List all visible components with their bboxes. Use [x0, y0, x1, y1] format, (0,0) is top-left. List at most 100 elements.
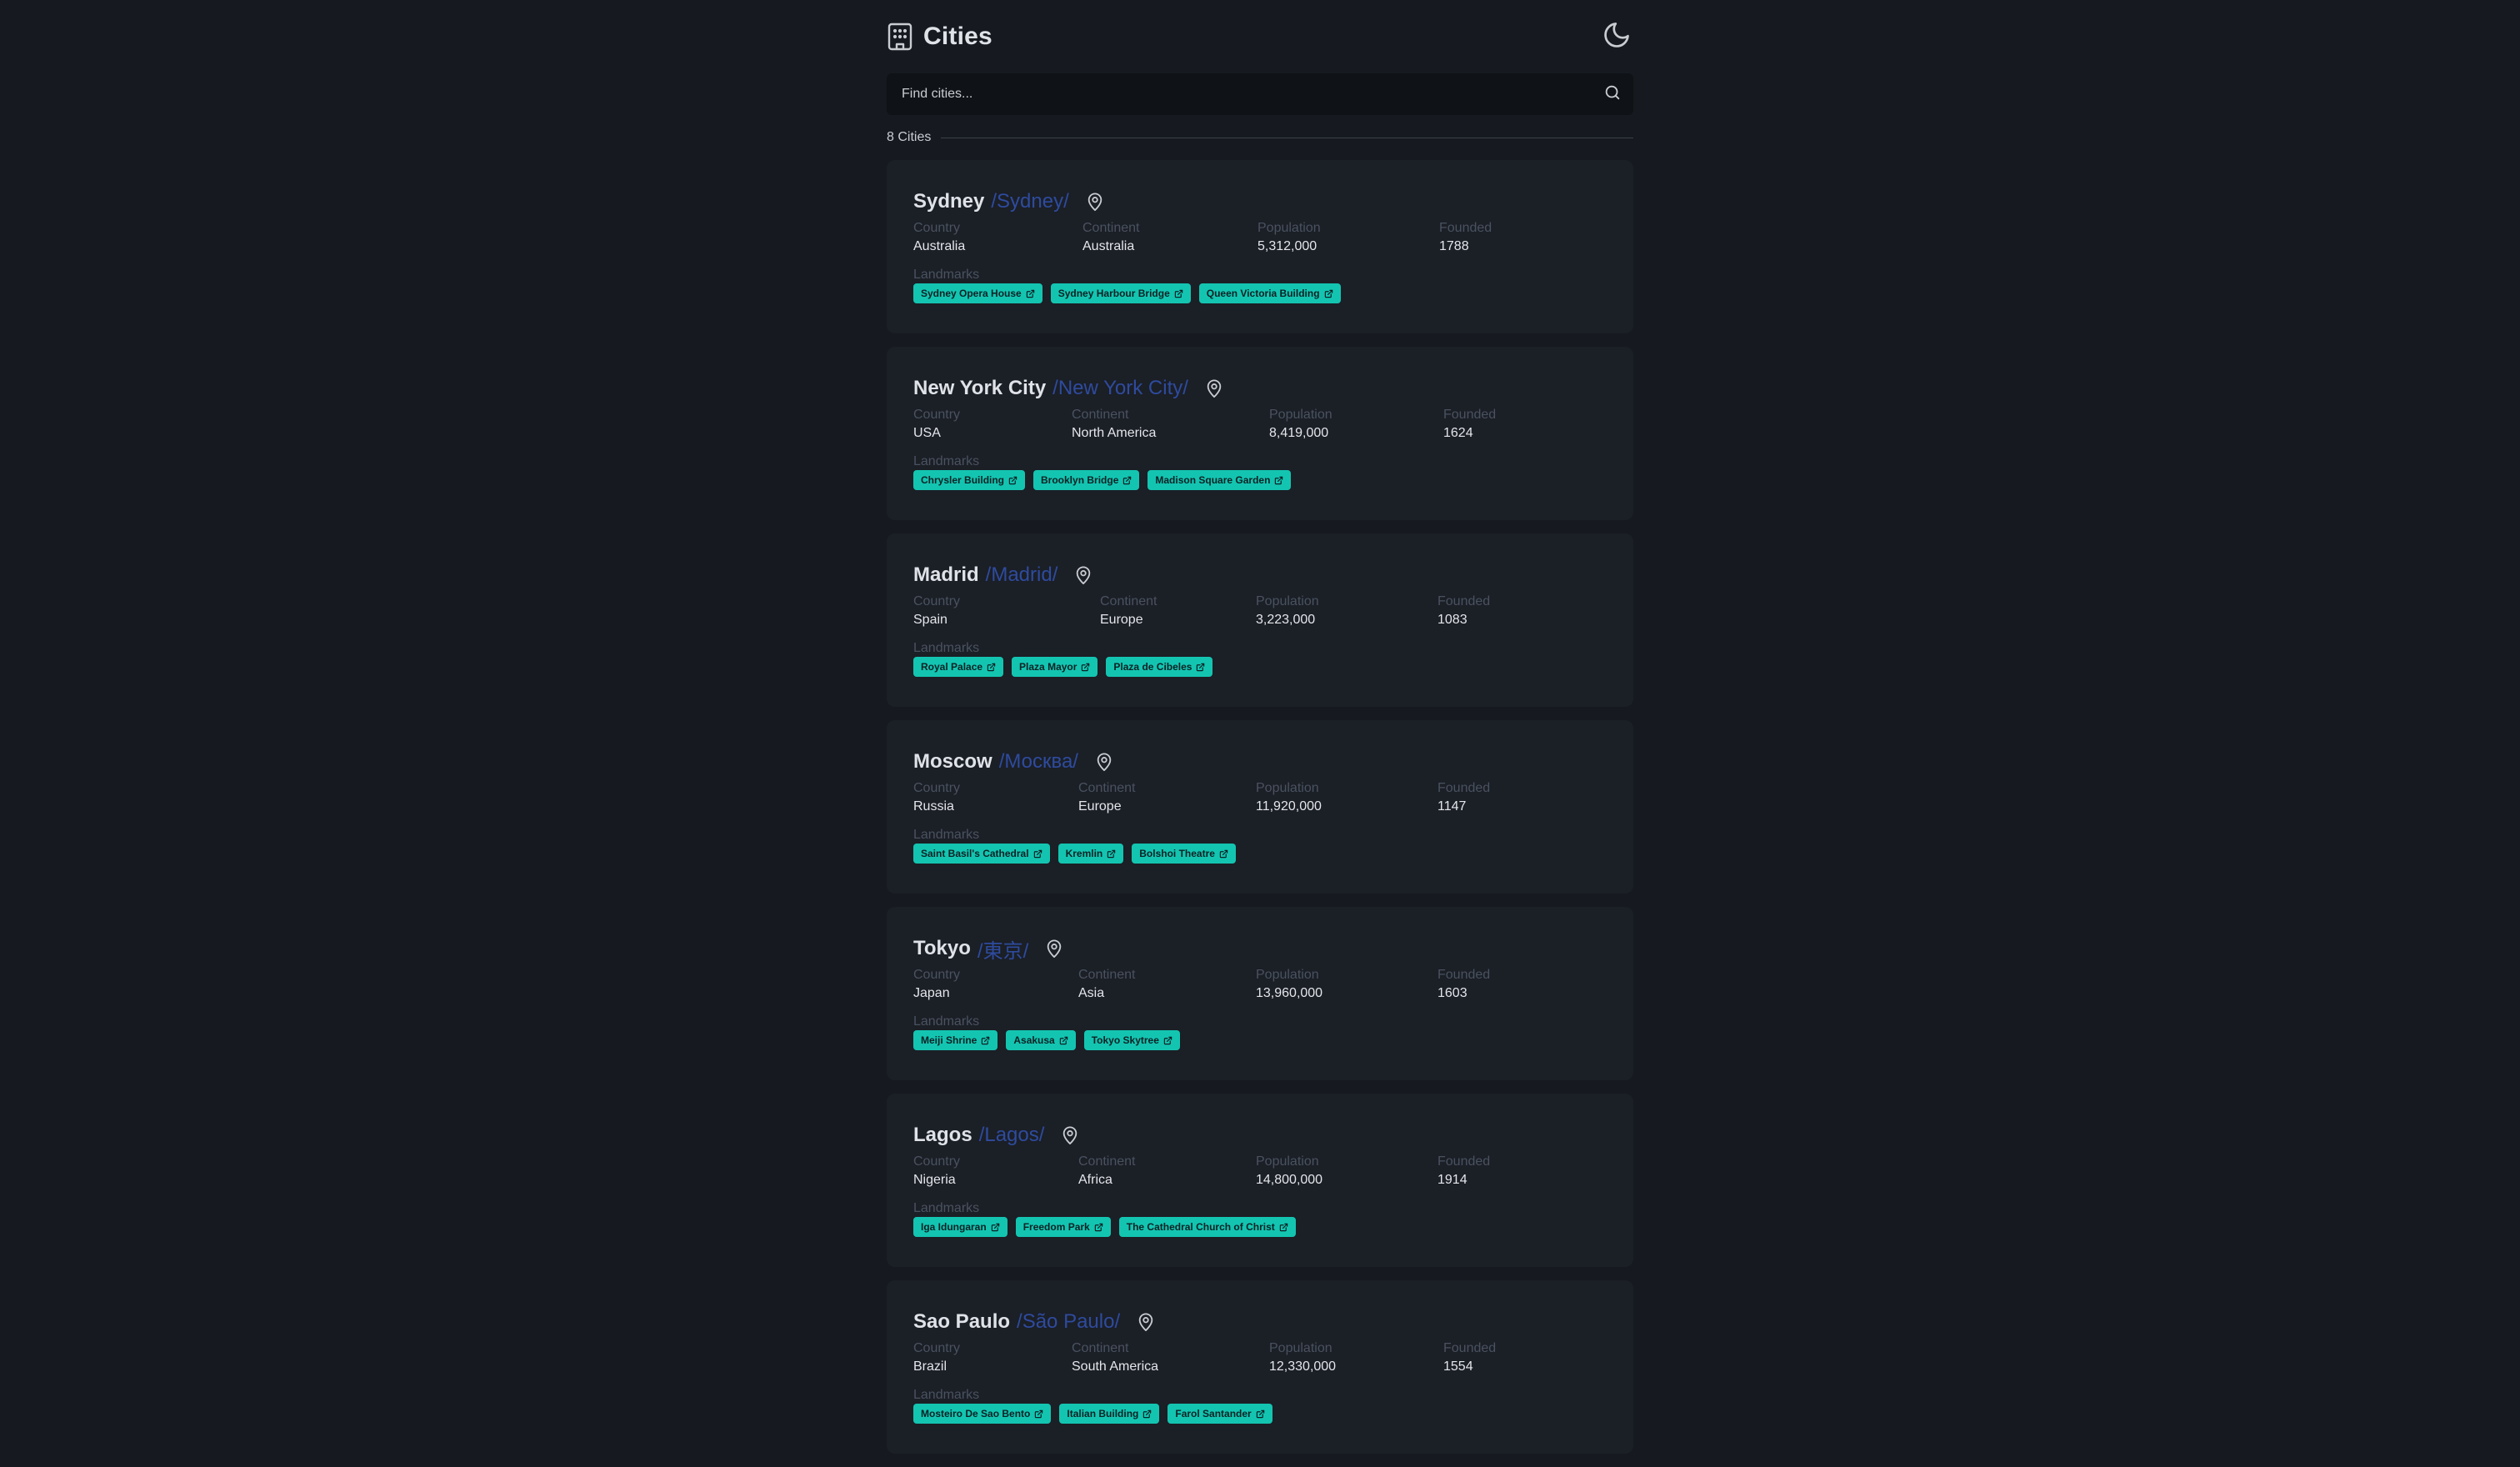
- landmarks-label: Landmarks: [913, 268, 980, 282]
- search-input[interactable]: [900, 86, 1537, 103]
- landmark-link[interactable]: Queen Victoria Building: [1198, 283, 1341, 303]
- landmark-link[interactable]: Farol Santander: [1168, 1404, 1272, 1424]
- landmark-link[interactable]: Iga Idungaran: [913, 1217, 1008, 1237]
- landmark-link[interactable]: Saint Basil's Cathedral: [913, 844, 1050, 864]
- landmark-label: Farol Santander: [1175, 1408, 1252, 1419]
- city-title-row: New York City /New York City/: [913, 373, 1607, 403]
- field-country: Country USA: [913, 407, 960, 443]
- landmark-link[interactable]: Bolshoi Theatre: [1132, 844, 1236, 864]
- landmark-link[interactable]: Plaza Mayor: [1012, 657, 1098, 677]
- landmark-label: Asakusa: [1013, 1034, 1055, 1046]
- field-country: Country Australia: [913, 220, 965, 257]
- map-pin-icon[interactable]: [1045, 939, 1063, 959]
- field-continent: Continent South America: [1072, 1340, 1158, 1377]
- field-label: Country: [913, 408, 961, 422]
- map-pin-icon[interactable]: [1137, 1312, 1155, 1332]
- field-value: 1554: [1443, 1359, 1473, 1374]
- external-link-icon: [1279, 1223, 1288, 1232]
- field-country: Country Japan: [913, 967, 960, 1004]
- landmark-label: Freedom Park: [1022, 1221, 1090, 1233]
- city-title-row: Lagos /Lagos/: [913, 1120, 1607, 1150]
- landmark-link[interactable]: Freedom Park: [1015, 1217, 1111, 1237]
- city-fields: Country Australia Continent Australia Po…: [913, 220, 1607, 263]
- landmark-link[interactable]: Madison Square Garden: [1148, 470, 1292, 490]
- field-label: Continent: [1072, 1341, 1129, 1355]
- field-founded: Founded 1554: [1443, 1340, 1496, 1377]
- landmark-label: Madison Square Garden: [1155, 474, 1271, 486]
- field-value: 5,312,000: [1258, 239, 1318, 253]
- field-label: Continent: [1078, 781, 1136, 795]
- search-icon[interactable]: [1603, 83, 1622, 106]
- field-population: Population 3,223,000: [1256, 593, 1319, 630]
- page-title: Cities: [923, 23, 992, 50]
- field-population: Population 14,800,000: [1256, 1154, 1322, 1190]
- field-value: Nigeria: [913, 1173, 956, 1187]
- city-name: Lagos: [913, 1124, 972, 1146]
- external-link-icon: [1107, 849, 1116, 859]
- landmark-link[interactable]: Chrysler Building: [913, 470, 1026, 490]
- landmark-link[interactable]: The Cathedral Church of Christ: [1118, 1217, 1296, 1237]
- landmark-label: Meiji Shrine: [921, 1034, 978, 1046]
- field-label: Population: [1269, 1341, 1332, 1355]
- city-name: Sao Paulo: [913, 1310, 1011, 1333]
- field-population: Population 5,312,000: [1258, 220, 1321, 257]
- field-continent: Continent North America: [1072, 407, 1156, 443]
- city-native-name: /Lagos/: [978, 1124, 1045, 1146]
- external-link-icon: [1163, 1036, 1172, 1045]
- landmark-link[interactable]: Plaza de Cibeles: [1106, 657, 1213, 677]
- city-card: Sao Paulo /São Paulo/ Country Brazil Con…: [887, 1280, 1633, 1454]
- external-link-icon: [1219, 849, 1228, 859]
- map-pin-icon[interactable]: [1205, 378, 1223, 398]
- landmark-link[interactable]: Meiji Shrine: [913, 1030, 998, 1050]
- landmark-link[interactable]: Mosteiro De Sao Bento: [913, 1404, 1052, 1424]
- search-bar: [887, 73, 1633, 115]
- landmarks-label: Landmarks: [913, 641, 980, 655]
- city-name: New York City: [913, 377, 1047, 399]
- landmark-list: Royal Palace Plaza Mayor Plaza de Cibele…: [913, 657, 1607, 677]
- field-label: Country: [913, 594, 961, 608]
- external-link-icon: [1256, 1409, 1265, 1419]
- field-value: Australia: [913, 239, 966, 253]
- landmark-link[interactable]: Sydney Opera House: [913, 283, 1042, 303]
- city-title-row: Sydney /Sydney/: [913, 187, 1607, 217]
- landmark-link[interactable]: Kremlin: [1058, 844, 1124, 864]
- city-fields: Country Russia Continent Europe Populati…: [913, 780, 1607, 824]
- field-value: 1624: [1443, 426, 1473, 440]
- city-fields: Country Brazil Continent South America P…: [913, 1340, 1607, 1384]
- field-founded: Founded 1914: [1438, 1154, 1490, 1190]
- map-pin-icon[interactable]: [1074, 565, 1092, 585]
- field-label: Founded: [1438, 968, 1491, 982]
- results-count-row: 8 Cities: [887, 115, 1633, 160]
- city-fields: Country USA Continent North America Popu…: [913, 407, 1607, 450]
- field-label: Founded: [1438, 1154, 1491, 1169]
- theme-toggle-button[interactable]: [1600, 20, 1633, 53]
- map-pin-icon[interactable]: [1061, 1125, 1079, 1145]
- map-pin-icon[interactable]: [1095, 752, 1113, 772]
- map-pin-icon[interactable]: [1086, 192, 1104, 212]
- landmarks-label: Landmarks: [913, 1388, 980, 1402]
- landmark-link[interactable]: Brooklyn Bridge: [1033, 470, 1140, 490]
- landmark-link[interactable]: Asakusa: [1006, 1030, 1076, 1050]
- landmarks-label: Landmarks: [913, 828, 980, 842]
- field-population: Population 12,330,000: [1269, 1340, 1336, 1377]
- city-fields: Country Japan Continent Asia Population …: [913, 967, 1607, 1010]
- field-value: 1788: [1439, 239, 1469, 253]
- city-name: Moscow: [913, 750, 992, 773]
- external-link-icon: [1174, 289, 1183, 298]
- field-label: Population: [1256, 594, 1319, 608]
- field-value: North America: [1072, 426, 1157, 440]
- landmark-link[interactable]: Royal Palace: [913, 657, 1004, 677]
- landmark-link[interactable]: Italian Building: [1059, 1404, 1160, 1424]
- landmark-link[interactable]: Tokyo Skytree: [1083, 1030, 1180, 1050]
- field-label: Population: [1258, 221, 1321, 235]
- landmark-label: Brooklyn Bridge: [1041, 474, 1119, 486]
- landmarks-label: Landmarks: [913, 454, 980, 468]
- external-link-icon: [1033, 849, 1042, 859]
- landmark-link[interactable]: Sydney Harbour Bridge: [1050, 283, 1191, 303]
- field-value: Europe: [1100, 613, 1143, 627]
- field-population: Population 13,960,000: [1256, 967, 1322, 1004]
- city-title-row: Moscow /Москва/: [913, 747, 1607, 777]
- external-link-icon: [1059, 1036, 1068, 1045]
- field-value: 1914: [1438, 1173, 1468, 1187]
- field-value: USA: [913, 426, 941, 440]
